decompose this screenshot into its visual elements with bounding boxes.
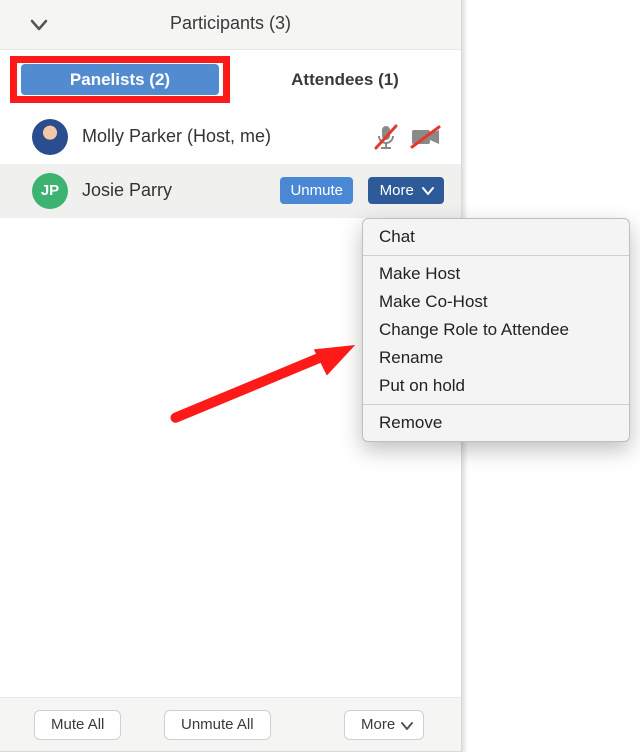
participant-name: Molly Parker (Host, me) [82, 126, 271, 147]
tab-attendees[interactable]: Attendees (1) [250, 64, 440, 95]
panel-title: Participants (3) [0, 13, 461, 34]
row-more-button[interactable]: More [368, 177, 444, 204]
menu-item-rename[interactable]: Rename [363, 344, 629, 372]
camera-off-icon [409, 122, 443, 152]
bottom-more-label: More [361, 716, 395, 733]
more-dropdown: Chat Make Host Make Co-Host Change Role … [362, 218, 630, 442]
bottom-bar: Mute All Unmute All More [0, 697, 461, 751]
participant-row[interactable]: Molly Parker (Host, me) [0, 110, 461, 164]
row-more-label: More [380, 182, 414, 199]
bottom-more-button[interactable]: More [344, 710, 424, 740]
menu-item-change-role[interactable]: Change Role to Attendee [363, 316, 629, 344]
tabs-bar: Panelists (2) Attendees (1) [0, 50, 461, 110]
participant-row[interactable]: JP Josie Parry Unmute More [0, 164, 461, 218]
menu-item-put-on-hold[interactable]: Put on hold [363, 372, 629, 400]
chevron-down-icon [422, 178, 434, 205]
panel-header: Participants (3) [0, 0, 461, 50]
avatar: JP [32, 173, 68, 209]
mute-all-button[interactable]: Mute All [34, 710, 121, 740]
menu-separator [363, 255, 629, 256]
tab-panelists[interactable]: Panelists (2) [21, 64, 219, 95]
unmute-all-button[interactable]: Unmute All [164, 710, 271, 740]
menu-separator [363, 404, 629, 405]
mic-muted-icon [371, 122, 401, 152]
chevron-down-icon [401, 721, 413, 731]
menu-item-remove[interactable]: Remove [363, 409, 629, 441]
menu-item-chat[interactable]: Chat [363, 219, 629, 251]
menu-item-make-host[interactable]: Make Host [363, 260, 629, 288]
participant-name: Josie Parry [82, 180, 172, 201]
menu-item-make-cohost[interactable]: Make Co-Host [363, 288, 629, 316]
unmute-button[interactable]: Unmute [280, 177, 353, 204]
avatar [32, 119, 68, 155]
